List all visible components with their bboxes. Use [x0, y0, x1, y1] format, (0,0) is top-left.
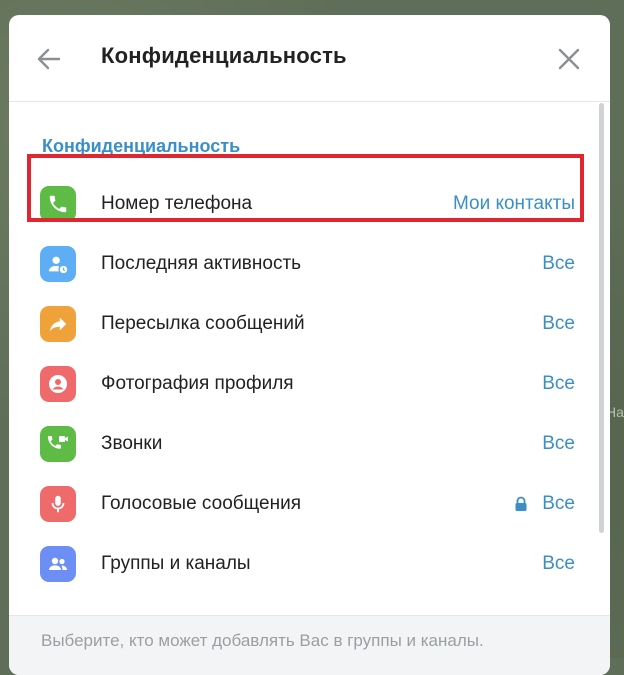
- setting-profile-photo[interactable]: Фотография профиля Все: [9, 355, 610, 415]
- setting-value: Мои контакты: [452, 193, 575, 214]
- privacy-settings-list: Номер телефона Мои контакты Последняя ак…: [9, 175, 610, 595]
- setting-label: Пересылка сообщений: [101, 313, 305, 334]
- setting-label: Голосовые сообщения: [101, 493, 302, 514]
- close-button[interactable]: [553, 43, 585, 75]
- privacy-dialog: Конфиденциальность Конфиденциальность Но…: [9, 15, 610, 675]
- setting-label: Номер телефона: [101, 193, 253, 214]
- setting-value: Все: [542, 553, 575, 574]
- setting-forwarding[interactable]: Пересылка сообщений Все: [9, 295, 610, 355]
- setting-groups-channels[interactable]: Группы и каналы Все: [9, 535, 610, 595]
- forward-arrow-icon: [40, 306, 76, 342]
- setting-label: Звонки: [101, 433, 163, 454]
- setting-value: Все: [542, 493, 575, 514]
- back-button[interactable]: [33, 43, 65, 75]
- lock-icon: [515, 496, 527, 511]
- close-icon: [558, 48, 580, 70]
- dialog-title: Конфиденциальность: [101, 43, 347, 68]
- setting-value: Все: [542, 433, 575, 454]
- microphone-icon: [40, 486, 76, 522]
- setting-last-seen[interactable]: Последняя активность Все: [9, 235, 610, 295]
- setting-phone-number[interactable]: Номер телефона Мои контакты: [9, 175, 610, 235]
- setting-label: Группы и каналы: [101, 553, 251, 574]
- section-title: Конфиденциальность: [42, 136, 241, 156]
- dialog-footer: Выберите, кто может добавлять Вас в груп…: [9, 615, 610, 675]
- setting-value: Все: [542, 253, 575, 274]
- video-call-icon: [40, 426, 76, 462]
- profile-photo-icon: [40, 366, 76, 402]
- setting-label: Фотография профиля: [101, 373, 294, 394]
- setting-voice-messages[interactable]: Голосовые сообщения Все: [9, 475, 610, 535]
- user-clock-icon: [40, 246, 76, 282]
- phone-icon: [40, 186, 76, 222]
- scrollbar[interactable]: [599, 103, 604, 533]
- group-icon: [40, 546, 76, 582]
- footer-hint: Выберите, кто может добавлять Вас в груп…: [41, 631, 484, 650]
- setting-label: Последняя активность: [101, 253, 302, 274]
- setting-value: Все: [542, 313, 575, 334]
- setting-calls[interactable]: Звонки Все: [9, 415, 610, 475]
- arrow-left-icon: [37, 48, 61, 70]
- dialog-header: Конфиденциальность: [9, 15, 610, 102]
- setting-value: Все: [542, 373, 575, 394]
